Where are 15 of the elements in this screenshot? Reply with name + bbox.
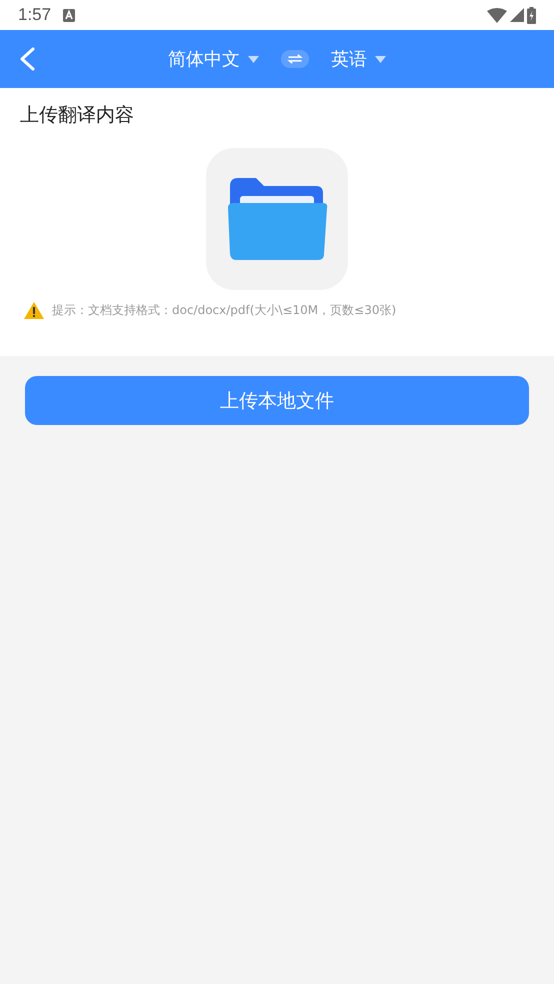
folder-icon[interactable] (206, 148, 348, 290)
notification-icon (63, 8, 76, 22)
signal-icon (510, 8, 524, 22)
battery-icon (527, 6, 536, 24)
warning-icon (24, 302, 44, 319)
upload-local-file-button[interactable]: 上传本地文件 (25, 376, 529, 425)
format-hint: 提示：文档支持格式：doc/docx/pdf(大小\≤10M，页数≤30张) (52, 302, 396, 319)
wifi-icon (487, 8, 507, 22)
status-time: 1:57 (18, 5, 52, 25)
caret-icon (248, 56, 259, 62)
section-title: 上传翻译内容 (20, 103, 135, 128)
source-language-dropdown[interactable]: 简体中文 (168, 47, 259, 71)
caret-icon (375, 56, 386, 62)
target-language-dropdown[interactable]: 英语 (331, 47, 386, 71)
back-icon[interactable] (18, 47, 36, 71)
